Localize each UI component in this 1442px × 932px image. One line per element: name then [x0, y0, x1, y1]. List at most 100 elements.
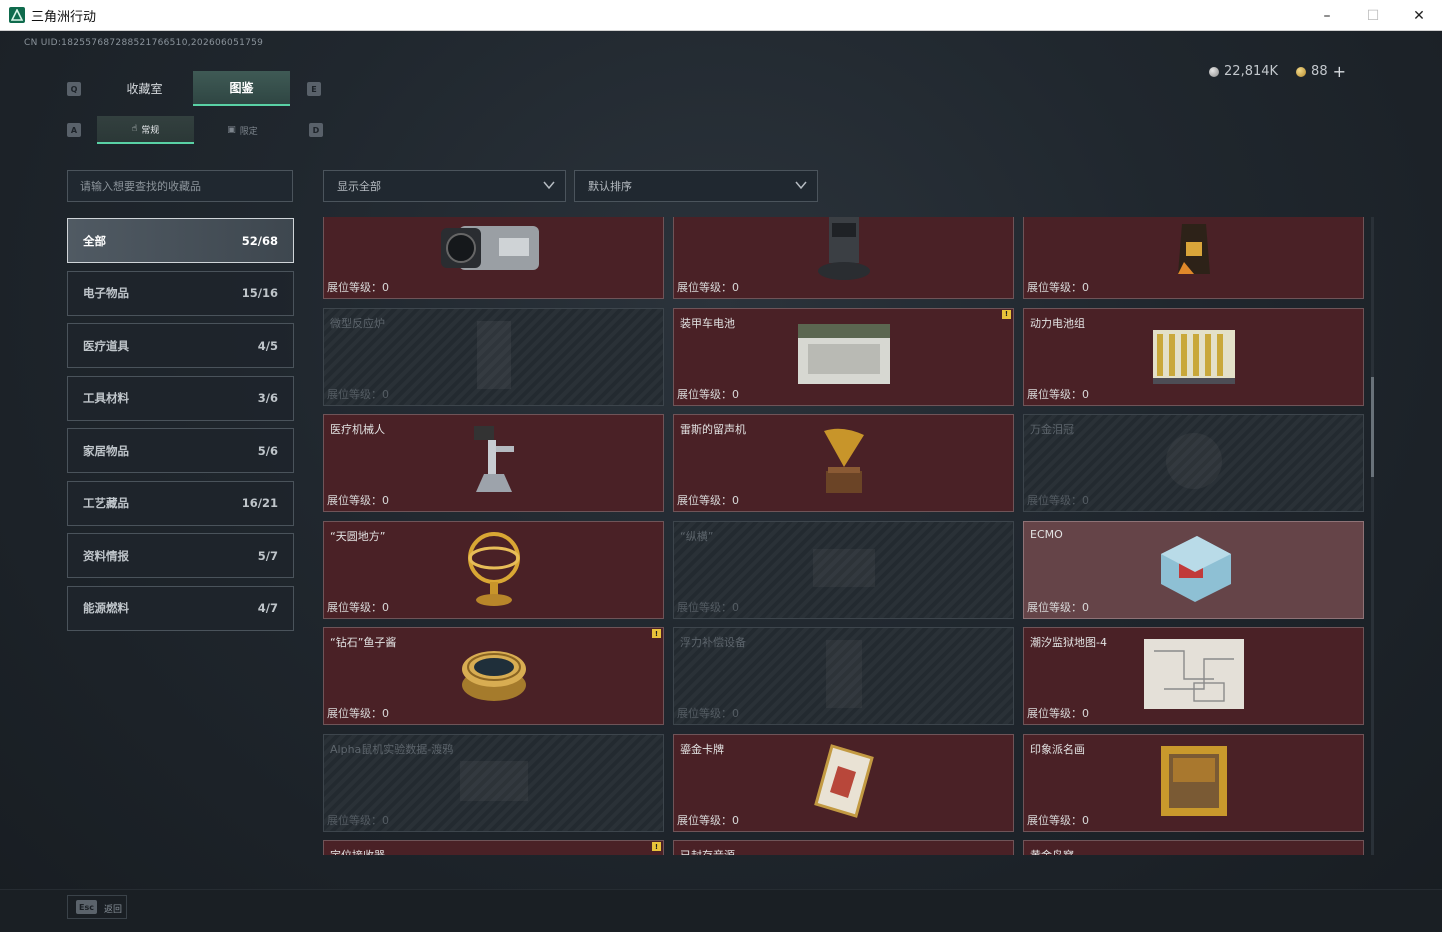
category-count: 5/6: [257, 443, 278, 458]
collection-card[interactable]: ECMO 展位等级：0: [1023, 520, 1364, 619]
collection-card[interactable]: Alpha鼠机实验数据-渡鸦 展位等级：0: [323, 733, 664, 832]
category-crafts[interactable]: 工艺藏品 16/21: [67, 480, 294, 526]
window-titlebar: 三角洲行动 – ☐ ✕: [0, 0, 1442, 31]
category-intel[interactable]: 资料情报 5/7: [67, 533, 294, 578]
grid-scrollbar[interactable]: [1371, 217, 1374, 855]
collection-card[interactable]: 微型反应炉 展位等级：0: [323, 307, 664, 406]
collection-card[interactable]: 雷斯的留声机 展位等级：0: [673, 414, 1014, 512]
window-title: 三角洲行动: [31, 9, 97, 25]
category-label: 医疗道具: [83, 338, 129, 353]
display-filter-value: 显示全部: [337, 180, 381, 193]
sub-tabs: ☝ 常规 ▣ 限定: [97, 116, 291, 144]
card-level: 展位等级：0: [677, 600, 739, 614]
category-tools[interactable]: 工具材料 3/6: [67, 375, 294, 421]
battery-icon: [794, 320, 894, 394]
reactor-icon: [469, 315, 519, 399]
collection-card[interactable]: 万金泪冠展位等级：0: [1023, 414, 1364, 512]
collection-card[interactable]: 已封存音源: [673, 840, 1014, 855]
card-level: 展位等级：0: [1027, 813, 1089, 827]
gold-coin-icon: [1296, 66, 1307, 77]
collection-card[interactable]: 鎏金卡牌 展位等级：0: [673, 733, 1014, 832]
category-electronics[interactable]: 电子物品 15/16: [67, 270, 294, 316]
tab-collection-room[interactable]: 收藏室: [96, 71, 193, 106]
category-household[interactable]: 家居物品 5/6: [67, 428, 294, 473]
collection-card[interactable]: “天圆地方” 展位等级：0: [323, 520, 664, 619]
minimize-button[interactable]: –: [1304, 0, 1350, 31]
q-key-hint: Q: [67, 82, 81, 96]
category-label: 电子物品: [83, 286, 129, 300]
scrollbar-thumb[interactable]: [1371, 377, 1374, 477]
collection-card[interactable]: 黄金鸟窝: [1023, 840, 1364, 855]
subtab-regular[interactable]: ☝ 常规: [97, 116, 194, 144]
new-marker-icon: !: [1002, 309, 1011, 319]
card-name: 万金泪冠: [1030, 423, 1074, 436]
chessboard-icon: [809, 543, 879, 597]
gold-amount: 88: [1311, 64, 1328, 79]
card-level: 展位等级：0: [677, 387, 739, 401]
category-count: 4/5: [257, 338, 278, 353]
map-icon: [1143, 639, 1244, 713]
collection-card[interactable]: 装甲车电池 展位等级：0!: [673, 307, 1014, 406]
card-level: 展位等级：0: [327, 707, 389, 720]
collection-card[interactable]: 定位接收器!: [323, 840, 664, 855]
subtab-limited[interactable]: ▣ 限定: [194, 116, 291, 144]
category-count: 3/6: [257, 391, 278, 405]
category-label: 全部: [83, 233, 106, 248]
collection-card[interactable]: 潮汐监狱地图-4 展位等级：0: [1023, 627, 1364, 725]
card-level: 展位等级：0: [1027, 494, 1089, 507]
card-name: 医疗机械人: [330, 423, 385, 436]
card-level: 展位等级：0: [327, 387, 389, 401]
currency-bar: 22,814K 88 +: [1209, 62, 1346, 81]
collection-card[interactable]: 展位等级：0: [673, 217, 1014, 299]
medical-robot-icon: [466, 426, 522, 500]
card-level: 展位等级：0: [677, 813, 739, 827]
card-level: 展位等级：0: [1027, 281, 1089, 294]
maximize-button[interactable]: ☐: [1350, 0, 1396, 31]
collection-card[interactable]: 印象派名画 展位等级：0: [1023, 733, 1364, 832]
card-name: 动力电池组: [1030, 316, 1085, 330]
collection-card[interactable]: 医疗机械人 展位等级：0: [323, 414, 664, 512]
bottom-bar: Esc 返回: [0, 889, 1442, 932]
tab-codex[interactable]: 图鉴: [193, 71, 290, 106]
chevron-down-icon: [543, 181, 555, 190]
armillary-icon: [464, 526, 524, 614]
chevron-down-icon: [795, 181, 807, 190]
card-name: “钻石”鱼子酱: [330, 636, 397, 649]
category-count: 5/7: [257, 548, 278, 563]
card-level: 展位等级：0: [677, 707, 739, 720]
collection-card[interactable]: 展位等级：0: [323, 217, 664, 299]
card-icon: [813, 743, 874, 822]
category-label: 家居物品: [83, 443, 129, 458]
collection-card[interactable]: “钻石”鱼子酱 展位等级：0!: [323, 627, 664, 725]
collection-card[interactable]: 动力电池组展位等级：0: [1023, 307, 1364, 406]
gold-currency[interactable]: 88 +: [1296, 62, 1346, 81]
category-energy[interactable]: 能源燃料 4/7: [67, 585, 294, 631]
new-marker-icon: !: [652, 629, 661, 638]
card-name: ECMO: [1030, 527, 1063, 541]
category-label: 能源燃料: [83, 601, 129, 615]
card-level: 展位等级：0: [677, 494, 739, 507]
silver-currency: 22,814K: [1209, 64, 1278, 79]
card-name: 浮力补偿设备: [680, 636, 746, 649]
category-all[interactable]: 全部 52/68: [67, 218, 294, 263]
close-button[interactable]: ✕: [1396, 0, 1442, 31]
collection-card[interactable]: “纵横” 展位等级：0: [673, 520, 1014, 619]
add-currency-button[interactable]: +: [1333, 62, 1346, 81]
collection-card[interactable]: 展位等级：0: [1023, 217, 1364, 299]
sort-select[interactable]: 默认排序: [574, 170, 818, 202]
d-key-hint: D: [309, 123, 323, 137]
bcd-icon: [814, 634, 874, 718]
category-count: 4/7: [257, 601, 278, 615]
collection-card[interactable]: 浮力补偿设备 展位等级：0: [673, 627, 1014, 725]
display-filter-select[interactable]: 显示全部: [323, 170, 566, 202]
category-count: 16/21: [241, 496, 278, 510]
collection-grid: 展位等级：0 展位等级：0 展位等级：0 微型反应炉 展位等级：0 装甲车电池 展位等级：0…: [323, 217, 1375, 855]
card-level: 展位等级：0: [327, 600, 389, 614]
caviar-icon: [459, 639, 529, 713]
card-level: 展位等级：0: [1027, 387, 1089, 401]
search-input[interactable]: 请输入想要查找的收藏品: [67, 170, 293, 202]
card-name: 黄金鸟窝: [1030, 847, 1074, 855]
category-medical[interactable]: 医疗道具 4/5: [67, 323, 294, 368]
battery-pack-icon: [1149, 322, 1239, 392]
category-count: 15/16: [241, 286, 278, 300]
